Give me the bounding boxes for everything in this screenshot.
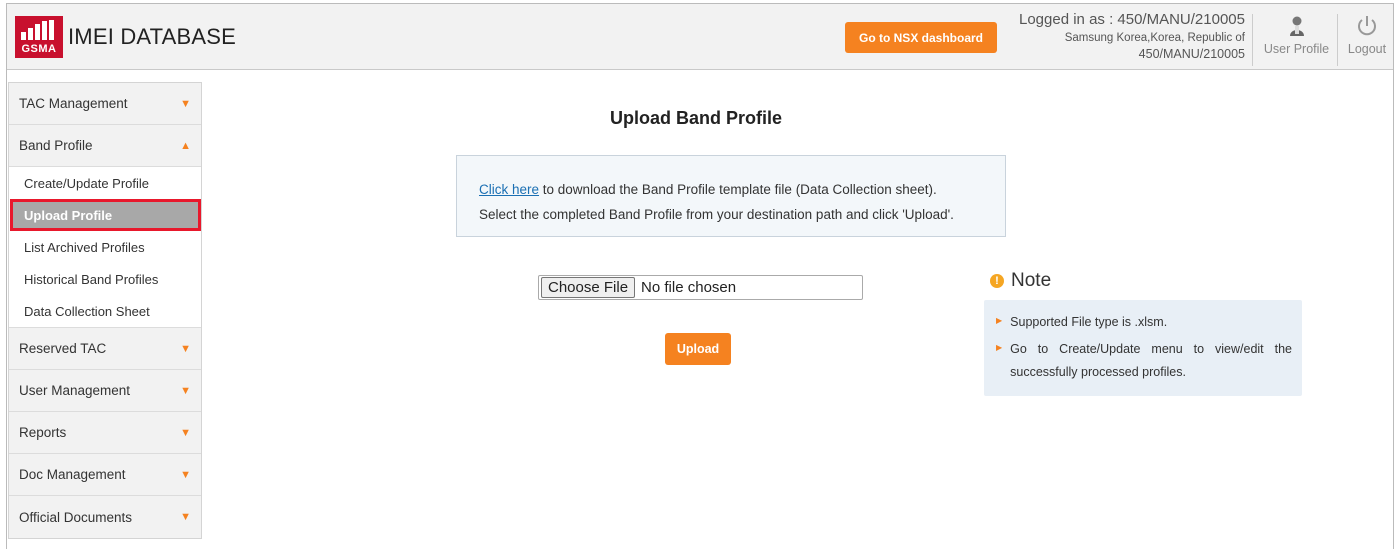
header-bar: GSMA IMEI DATABASE Go to NSX dashboard L… xyxy=(7,4,1393,70)
user-profile-button[interactable]: User Profile xyxy=(1258,14,1335,56)
sidebar-item-official-documents[interactable]: Official Documents ▼ xyxy=(9,496,201,538)
note-item-text: Go to Create/Update menu to view/edit th… xyxy=(1010,342,1292,379)
sidebar-item-band-profile[interactable]: Band Profile ▲ xyxy=(9,125,201,167)
logout-button[interactable]: Logout xyxy=(1342,14,1392,56)
band-profile-submenu: Create/Update Profile Upload Profile Lis… xyxy=(9,167,201,328)
instructions-line-1: Click here to download the Band Profile … xyxy=(479,177,1005,202)
sidebar-item-reserved-tac[interactable]: Reserved TAC ▼ xyxy=(9,328,201,370)
logo-bars-icon xyxy=(19,20,59,40)
sidebar-menu: TAC Management ▼ Band Profile ▲ Create/U… xyxy=(8,82,202,539)
login-id: 450/MANU/210005 xyxy=(1138,47,1245,61)
caret-down-icon: ▼ xyxy=(180,426,191,439)
user-profile-label: User Profile xyxy=(1263,42,1330,56)
bullet-arrow-icon: ▶ xyxy=(996,316,1003,325)
note-item: ▶ Go to Create/Update menu to view/edit … xyxy=(996,338,1292,384)
app-title: IMEI DATABASE xyxy=(68,24,237,49)
instructions-line-2: Select the completed Band Profile from y… xyxy=(479,207,954,222)
download-template-link[interactable]: Click here xyxy=(479,182,539,197)
gsma-logo[interactable]: GSMA xyxy=(15,16,63,58)
note-item-text: Supported File type is .xlsm. xyxy=(1010,315,1168,329)
sidebar-subitem-data-collection-sheet[interactable]: Data Collection Sheet xyxy=(9,295,201,327)
info-icon: ! xyxy=(990,274,1004,288)
header-divider xyxy=(1252,14,1253,66)
power-icon xyxy=(1358,16,1376,36)
note-title: Note xyxy=(1011,270,1052,291)
sidebar-item-label: Reserved TAC xyxy=(19,341,107,356)
login-company: Samsung Korea,Korea, Republic of xyxy=(1064,32,1245,44)
logo-text: GSMA xyxy=(21,43,57,55)
note-item: ▶ Supported File type is .xlsm. xyxy=(996,311,1292,334)
sidebar-subitem-upload-profile[interactable]: Upload Profile xyxy=(10,199,201,231)
sidebar-item-doc-management[interactable]: Doc Management ▼ xyxy=(9,454,201,496)
file-upload-input[interactable]: Choose File No file chosen xyxy=(538,275,863,300)
caret-up-icon: ▲ xyxy=(180,139,191,152)
page-title: Upload Band Profile xyxy=(610,108,783,128)
login-user: Logged in as : 450/MANU/210005 xyxy=(1019,11,1245,28)
note-box: ▶ Supported File type is .xlsm. ▶ Go to … xyxy=(984,300,1302,396)
sidebar-item-label: Reports xyxy=(19,425,67,440)
nsx-dashboard-button[interactable]: Go to NSX dashboard xyxy=(845,22,997,53)
caret-down-icon: ▼ xyxy=(180,511,191,523)
sidebar-item-label: TAC Management xyxy=(19,96,128,111)
sidebar-item-label: User Management xyxy=(19,383,131,398)
instructions-box: Click here to download the Band Profile … xyxy=(456,155,1006,237)
sidebar-item-label: Official Documents xyxy=(19,509,133,525)
sidebar-item-user-management[interactable]: User Management ▼ xyxy=(9,370,201,412)
choose-file-button[interactable]: Choose File xyxy=(541,277,636,298)
note-heading: ! Note xyxy=(990,270,1051,292)
caret-down-icon: ▼ xyxy=(180,97,191,110)
caret-down-icon: ▼ xyxy=(180,384,191,397)
logout-label: Logout xyxy=(1347,42,1387,56)
caret-down-icon: ▼ xyxy=(180,342,191,355)
sidebar-subitem-list-archived-profiles[interactable]: List Archived Profiles xyxy=(9,231,201,263)
upload-button[interactable]: Upload xyxy=(665,333,731,365)
sidebar-item-tac-management[interactable]: TAC Management ▼ xyxy=(9,83,201,125)
sidebar-item-reports[interactable]: Reports ▼ xyxy=(9,412,201,454)
bullet-arrow-icon: ▶ xyxy=(996,343,1003,352)
file-name-label: No file chosen xyxy=(641,279,737,296)
login-info: Logged in as : 450/MANU/210005 Samsung K… xyxy=(1019,11,1245,61)
sidebar-item-label: Band Profile xyxy=(19,138,93,153)
instructions-line-1-text: to download the Band Profile template fi… xyxy=(539,182,937,197)
caret-down-icon: ▼ xyxy=(180,468,191,481)
sidebar-subitem-create-update-profile[interactable]: Create/Update Profile xyxy=(9,167,201,199)
user-icon xyxy=(1289,16,1304,36)
header-divider xyxy=(1337,14,1338,66)
sidebar-item-label: Doc Management xyxy=(19,467,126,482)
sidebar-subitem-historical-band-profiles[interactable]: Historical Band Profiles xyxy=(9,263,201,295)
